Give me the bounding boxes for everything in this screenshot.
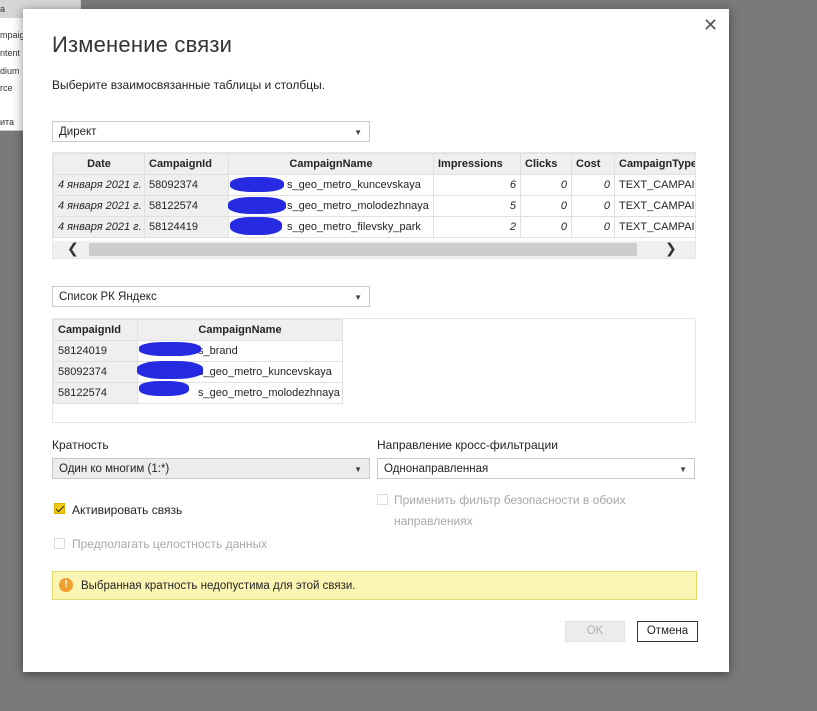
cardinality-label: Кратность (52, 438, 109, 452)
table-cell: 0 (571, 195, 615, 217)
redaction-scribble (230, 177, 284, 192)
warning-text: Выбранная кратность недопустима для этой… (81, 580, 356, 592)
dialog-title: Изменение связи (52, 32, 233, 57)
security-filter-label-line1: Применить фильтр безопасности в обоих (394, 493, 626, 507)
table-cell: 58092374 (144, 174, 229, 196)
table2-header-row: CampaignId CampaignName (53, 319, 343, 341)
cross-filter-select-value: Однонаправленная (384, 463, 489, 475)
table-cell: 0 (571, 216, 615, 238)
background-item: ntent (0, 48, 21, 58)
activate-relationship-label: Активировать связь (72, 503, 183, 517)
cancel-button[interactable]: Отмена (637, 621, 698, 642)
referential-integrity-label: Предполагать целостность данных (72, 537, 268, 551)
table-cell: 4 января 2021 г. (53, 195, 145, 217)
security-filter-label-line2: направлениях (394, 514, 473, 528)
table2-select-value: Список РК Яндекс (59, 291, 157, 303)
table1-select-value: Директ (59, 126, 97, 138)
redaction-scribble (139, 381, 189, 396)
background-item: ита (0, 117, 15, 127)
table1-header-row: Date CampaignId CampaignName Impressions… (53, 153, 695, 175)
column-header-impressions[interactable]: Impressions (433, 153, 521, 175)
table-cell: 0 (520, 174, 572, 196)
cross-filter-select[interactable]: Однонаправленная ▼ (377, 458, 695, 479)
table2-grid: CampaignId CampaignName 58124019 s_brand… (53, 319, 343, 404)
column-header-cost[interactable]: Cost (571, 153, 615, 175)
table2-select[interactable]: Список РК Яндекс ▼ (52, 286, 370, 307)
cardinality-select-value: Один ко многим (1:*) (59, 463, 170, 475)
table-cell: 5 (433, 195, 521, 217)
redaction-scribble (139, 342, 201, 356)
warning-icon: ! (59, 578, 73, 592)
warning-banner: ! Выбранная кратность недопустима для эт… (52, 571, 697, 600)
ok-button[interactable]: OK (565, 621, 625, 642)
scroll-left-icon[interactable]: ❮ (67, 240, 79, 257)
table-row: 4 января 2021 г. 58122574 s_geo_metro_mo… (53, 195, 695, 217)
table-cell: 0 (571, 174, 615, 196)
background-item: a (0, 4, 6, 14)
table-cell: 58092374 (53, 361, 138, 383)
activate-relationship-checkbox[interactable] (54, 503, 65, 514)
cardinality-select[interactable]: Один ко многим (1:*) ▼ (52, 458, 370, 479)
table-cell: TEXT_CAMPAIGN (614, 174, 695, 196)
column-header-date[interactable]: Date (53, 153, 145, 175)
chevron-down-icon: ▼ (354, 465, 362, 474)
background-item: rce (0, 83, 13, 93)
column-header-clicks[interactable]: Clicks (520, 153, 572, 175)
table-cell: 58124419 (144, 216, 229, 238)
close-icon[interactable]: ✕ (703, 15, 718, 36)
table-row: 4 января 2021 г. 58124419 s_geo_metro_fi… (53, 216, 695, 238)
dialog-subtitle: Выберите взаимосвязанные таблицы и столб… (52, 78, 326, 92)
table-cell: TEXT_CAMPAIGN (614, 216, 695, 238)
column-header-campaigntype[interactable]: CampaignType (614, 153, 695, 175)
background-item: mpaig (0, 30, 25, 40)
column-header-campaignname[interactable]: CampaignName (137, 319, 343, 341)
table-row: 4 января 2021 г. 58092374 s_geo_metro_ku… (53, 174, 695, 196)
table-row: 58122574 s_geo_metro_molodezhnaya (53, 382, 343, 404)
table-cell: 0 (520, 216, 572, 238)
background-item: dium (0, 66, 20, 76)
column-header-campaignid[interactable]: CampaignId (53, 319, 138, 341)
scroll-right-icon[interactable]: ❯ (665, 240, 677, 257)
redaction-scribble (230, 217, 282, 235)
column-header-campaignid[interactable]: CampaignId (144, 153, 229, 175)
chevron-down-icon: ▼ (354, 293, 362, 302)
table-cell: 0 (520, 195, 572, 217)
table-cell: 6 (433, 174, 521, 196)
table-cell: 2 (433, 216, 521, 238)
table-cell: 4 января 2021 г. (53, 174, 145, 196)
redaction-scribble (137, 361, 203, 379)
table-cell: 4 января 2021 г. (53, 216, 145, 238)
table-cell: 58124019 (53, 340, 138, 362)
edit-relationship-dialog: ✕ Изменение связи Выберите взаимосвязанн… (23, 9, 729, 672)
security-filter-checkbox[interactable] (377, 494, 388, 505)
redaction-scribble (228, 197, 286, 214)
table1-select[interactable]: Директ ▼ (52, 121, 370, 142)
column-header-campaignname[interactable]: CampaignName (228, 153, 434, 175)
cross-filter-label: Направление кросс-фильтрации (377, 438, 558, 452)
table-cell: 58122574 (53, 382, 138, 404)
table1-grid: Date CampaignId CampaignName Impressions… (53, 153, 695, 238)
table-cell: 58122574 (144, 195, 229, 217)
referential-integrity-checkbox[interactable] (54, 538, 65, 549)
chevron-down-icon: ▼ (354, 128, 362, 137)
table-cell: TEXT_CAMPAIGN (614, 195, 695, 217)
table1-horizontal-scrollbar[interactable]: ❮ ❯ (53, 240, 695, 258)
scrollbar-thumb[interactable] (89, 243, 637, 256)
chevron-down-icon: ▼ (679, 465, 687, 474)
table1-preview: Date CampaignId CampaignName Impressions… (52, 152, 696, 259)
